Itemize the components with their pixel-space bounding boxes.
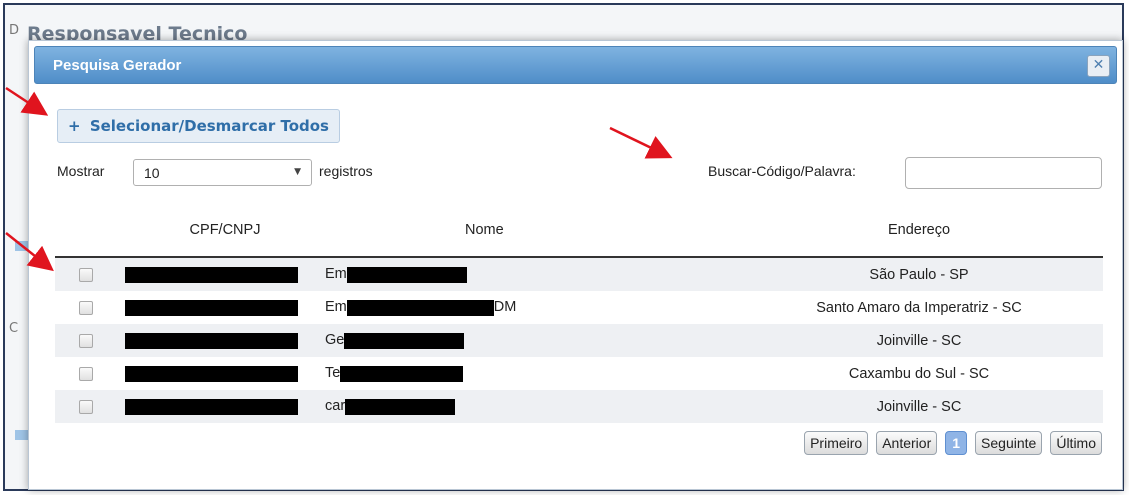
address-cell: Joinville - SC (735, 390, 1103, 423)
name-text: car (325, 398, 346, 415)
page-length-suffix: registros (319, 163, 373, 179)
row-checkbox[interactable] (79, 333, 93, 348)
address-cell: Caxambu do Sul - SC (735, 357, 1103, 390)
current-page-button[interactable]: 1 (945, 431, 968, 455)
table-row[interactable]: Em DM Santo Amaro da Imperatriz - SC (55, 291, 1103, 324)
search-generator-dialog: Pesquisa Gerador ✕ + Selecionar/Desmarca… (28, 40, 1123, 490)
column-header-address[interactable]: Endereço (735, 204, 1103, 258)
background-edge-letter: C (9, 321, 19, 336)
redacted-cpf (125, 332, 298, 349)
results-table: CPF/CNPJ Nome Endereço Em São Paulo - SP… (55, 204, 1103, 423)
search-label: Buscar-Código/Palavra: (708, 163, 856, 179)
address-cell: São Paulo - SP (735, 257, 1103, 291)
table-row[interactable]: Em São Paulo - SP (55, 257, 1103, 291)
redacted-name (346, 299, 494, 316)
name-text: Em (325, 299, 347, 316)
table-header-row: CPF/CNPJ Nome Endereço (55, 204, 1103, 258)
redacted-cpf (125, 398, 298, 415)
table-row[interactable]: Te Caxambu do Sul - SC (55, 357, 1103, 390)
select-all-button[interactable]: + Selecionar/Desmarcar Todos (57, 109, 340, 143)
pagination: Primeiro Anterior 1 Seguinte Último (804, 431, 1102, 455)
redacted-name (346, 266, 467, 283)
redacted-cpf (125, 365, 298, 382)
close-icon[interactable]: ✕ (1087, 55, 1110, 77)
search-input[interactable] (905, 157, 1102, 189)
name-text-suffix: DM (493, 299, 517, 316)
row-checkbox[interactable] (79, 366, 93, 381)
select-all-label: Selecionar/Desmarcar Todos (89, 117, 329, 135)
address-cell: Santo Amaro da Imperatriz - SC (735, 291, 1103, 324)
table-row[interactable]: car Joinville - SC (55, 390, 1103, 423)
next-page-button[interactable]: Seguinte (975, 431, 1043, 455)
page-length-select[interactable]: 10 ▼ (133, 159, 312, 186)
page-length-value: 10 (144, 165, 160, 181)
dialog-title: Pesquisa Gerador (53, 57, 182, 74)
chevron-down-icon: ▼ (294, 167, 301, 177)
table-row[interactable]: Ge Joinville - SC (55, 324, 1103, 357)
page-length-prefix: Mostrar (57, 163, 105, 179)
column-header-cpf[interactable]: CPF/CNPJ (125, 204, 325, 258)
last-page-button[interactable]: Último (1050, 431, 1102, 455)
checkbox-column-header (55, 204, 125, 258)
row-checkbox[interactable] (79, 300, 93, 315)
redacted-name (345, 398, 456, 415)
name-text: Te (325, 365, 341, 382)
background-edge-letter: D (9, 23, 20, 38)
redacted-name (344, 332, 465, 349)
row-checkbox[interactable] (79, 399, 93, 414)
plus-icon: + (68, 117, 81, 135)
redacted-cpf (125, 266, 298, 283)
first-page-button[interactable]: Primeiro (804, 431, 869, 455)
address-cell: Joinville - SC (735, 324, 1103, 357)
name-text: Ge (325, 332, 345, 349)
row-checkbox[interactable] (79, 267, 93, 282)
name-text: Em (325, 266, 347, 283)
previous-page-button[interactable]: Anterior (876, 431, 938, 455)
column-header-name[interactable]: Nome (325, 204, 735, 258)
redacted-name (340, 365, 464, 382)
redacted-cpf (125, 299, 298, 316)
dialog-titlebar[interactable]: Pesquisa Gerador ✕ (34, 46, 1117, 84)
